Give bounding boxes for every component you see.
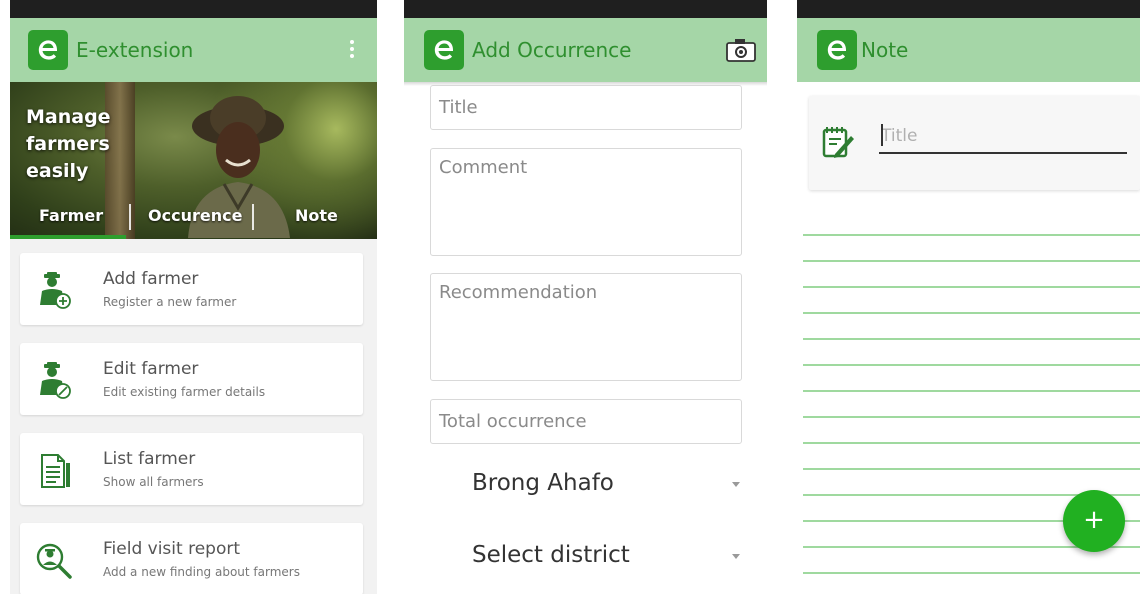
dropdown-arrow-icon xyxy=(732,482,740,487)
add-farmer-icon xyxy=(40,272,71,309)
list-item-list-farmer[interactable]: List farmer Show all farmers xyxy=(20,433,363,505)
edit-farmer-icon xyxy=(40,362,71,399)
note-title-input[interactable] xyxy=(879,120,1127,154)
item-subtitle: Add a new finding about farmers xyxy=(103,565,300,579)
total-occurrence-field[interactable]: Total occurrence xyxy=(430,399,742,444)
overflow-menu-icon[interactable] xyxy=(349,40,355,60)
tab-occurence[interactable]: Occurence xyxy=(148,206,242,225)
main-screen: E-extension Manage farmers easily Farmer… xyxy=(10,0,377,594)
active-tab-indicator xyxy=(10,235,126,239)
item-title: Edit farmer xyxy=(103,359,199,379)
item-subtitle: Edit existing farmer details xyxy=(103,385,266,399)
search-farmer-icon xyxy=(36,543,72,579)
screen-title: Note xyxy=(861,38,909,62)
text-cursor xyxy=(881,124,883,146)
status-bar xyxy=(10,0,377,18)
app-logo-icon xyxy=(28,30,68,70)
note-title-card xyxy=(809,96,1140,190)
item-subtitle: Show all farmers xyxy=(103,475,204,489)
item-title: Add farmer xyxy=(103,269,199,289)
list-item-add-farmer[interactable]: Add farmer Register a new farmer xyxy=(20,253,363,325)
comment-field[interactable]: Comment xyxy=(430,148,742,256)
add-occurrence-screen: Add Occurrence Title Comment Recommendat… xyxy=(404,0,767,594)
item-title: Field visit report xyxy=(103,539,240,559)
recommendation-field[interactable]: Recommendation xyxy=(430,273,742,381)
screen-title: Add Occurrence xyxy=(472,38,632,62)
tab-bar: Farmer Occurence Note xyxy=(10,200,377,239)
list-item-edit-farmer[interactable]: Edit farmer Edit existing farmer details xyxy=(20,343,363,415)
tab-farmer[interactable]: Farmer xyxy=(39,206,103,225)
district-dropdown[interactable]: Select district xyxy=(472,536,744,576)
dropdown-arrow-icon xyxy=(732,554,740,559)
hero-banner: Manage farmers easily Farmer Occurence N… xyxy=(10,82,377,239)
region-dropdown[interactable]: Brong Ahafo xyxy=(472,464,744,504)
tab-divider xyxy=(129,204,131,230)
note-edit-icon xyxy=(822,127,854,158)
app-logo-icon xyxy=(424,30,464,70)
status-bar xyxy=(797,0,1140,18)
item-title: List farmer xyxy=(103,449,196,469)
status-bar xyxy=(404,0,767,18)
app-bar: Add Occurrence xyxy=(404,18,767,82)
tab-divider xyxy=(252,204,254,230)
title-field[interactable]: Title xyxy=(430,85,742,130)
app-logo-icon xyxy=(817,30,857,70)
list-item-field-visit-report[interactable]: Field visit report Add a new finding abo… xyxy=(20,523,363,594)
app-bar: Note xyxy=(797,18,1140,82)
tab-note[interactable]: Note xyxy=(295,206,338,225)
list-document-icon xyxy=(41,454,70,488)
camera-icon[interactable] xyxy=(725,37,757,63)
app-bar: E-extension xyxy=(10,18,377,82)
note-screen: Note + xyxy=(797,0,1140,594)
hero-tagline: Manage farmers easily xyxy=(26,106,111,182)
app-title: E-extension xyxy=(76,38,194,62)
item-subtitle: Register a new farmer xyxy=(103,295,237,309)
add-note-fab[interactable]: + xyxy=(1063,490,1125,552)
